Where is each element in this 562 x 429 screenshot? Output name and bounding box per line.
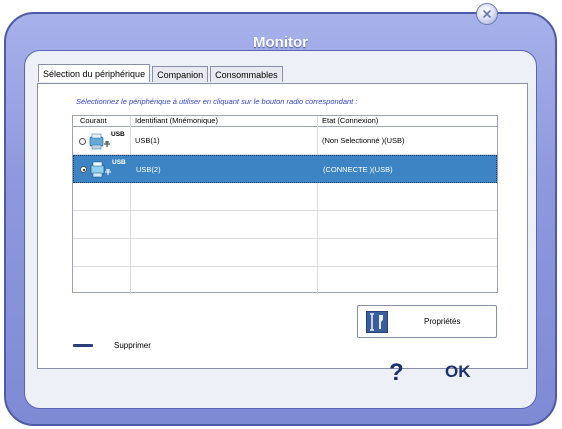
tab-consumables[interactable]: Consommables [210, 66, 283, 82]
table-row-empty [73, 267, 497, 293]
usb-printer-icon [89, 133, 110, 150]
tab-bar: Sélection du périphérique Companion Cons… [38, 64, 285, 83]
instruction-text: Sélectionnez le périphérique à utiliser … [76, 97, 358, 106]
device-table: Courant Identifiant (Mnémonique) Etat (C… [72, 115, 498, 294]
delete-label[interactable]: Supprimer [114, 341, 151, 350]
table-row-selected[interactable]: USB USB(2) (CONNECTE )(USB) [73, 155, 497, 183]
table-row[interactable]: USB USB(1) (Non Selectionné )(USB) [73, 127, 497, 155]
column-header-identifier[interactable]: Identifiant (Mnémonique) [135, 116, 218, 126]
device-identifier: USB(1) [135, 136, 160, 145]
properties-label: Propriétés [424, 317, 461, 326]
delete-control[interactable]: Supprimer [73, 341, 151, 350]
column-header-state[interactable]: Etat (Connexion) [322, 116, 378, 126]
ok-button[interactable]: OK [445, 362, 471, 382]
column-header-current[interactable]: Courant [80, 116, 107, 126]
usb-tag: USB [112, 159, 126, 166]
device-identifier: USB(2) [136, 164, 161, 174]
tab-device-selection[interactable]: Sélection du périphérique [38, 64, 151, 82]
close-button[interactable] [476, 3, 498, 25]
device-radio-checked[interactable] [80, 166, 87, 173]
usb-tag: USB [111, 131, 125, 138]
usb-printer-icon [90, 161, 111, 178]
table-header: Courant Identifiant (Mnémonique) Etat (C… [73, 116, 497, 127]
device-state: (CONNECTE )(USB) [323, 164, 393, 174]
tools-icon [366, 311, 388, 333]
table-row-empty [73, 211, 497, 239]
close-icon [483, 10, 491, 18]
table-row-empty [73, 239, 497, 267]
device-radio[interactable] [79, 138, 86, 145]
help-button[interactable]: ? [389, 359, 404, 387]
minus-icon[interactable] [73, 344, 93, 347]
window-title: Monitor [253, 34, 308, 51]
tab-companion[interactable]: Companion [152, 66, 209, 82]
device-state: (Non Selectionné )(USB) [322, 136, 405, 145]
properties-button[interactable]: Propriétés [357, 305, 497, 338]
table-row-empty [73, 183, 497, 211]
